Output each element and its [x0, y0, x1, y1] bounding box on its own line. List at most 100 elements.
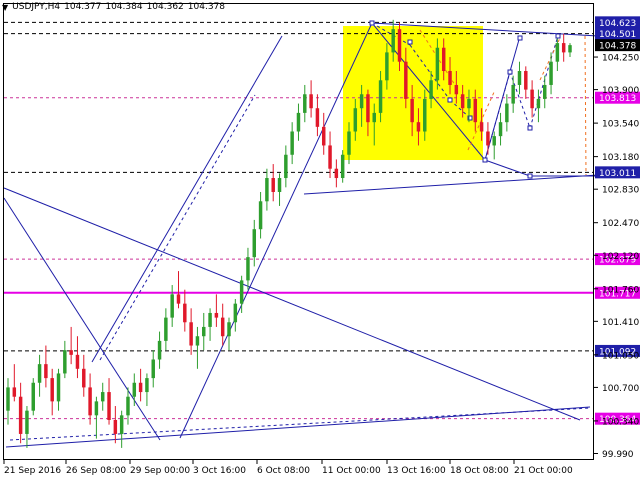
- candle-body-4: [31, 382, 35, 411]
- candle-body-35: [227, 322, 231, 337]
- price-badge-label-4: 103.011: [599, 169, 636, 179]
- x-tick-label-3: 3 Oct 16:00: [193, 466, 246, 476]
- candle-body-39: [252, 229, 257, 258]
- y-tick-label-3: 103.180: [602, 153, 639, 163]
- candle-body-66: [423, 98, 427, 132]
- candle-body-75: [479, 122, 484, 132]
- candle-body-57: [366, 94, 370, 123]
- y-tick-label-6: 102.120: [602, 252, 639, 262]
- candle-body-69: [441, 47, 446, 72]
- candle-body-30: [195, 336, 200, 346]
- candle-body-78: [498, 122, 503, 137]
- candle-body-29: [189, 322, 193, 346]
- candle-body-49: [315, 108, 320, 127]
- wave-point-2: [447, 97, 453, 103]
- candle-body-10: [69, 350, 73, 355]
- candle-body-2: [18, 396, 23, 434]
- y-tick-label-10: 100.700: [602, 384, 639, 394]
- candle-body-52: [334, 168, 339, 179]
- candle-body-21: [138, 382, 143, 393]
- x-tick-label-4: 6 Oct 08:00: [257, 466, 310, 476]
- candle-body-72: [460, 94, 465, 109]
- candle-body-65: [416, 122, 421, 132]
- candle-body-16: [107, 392, 111, 420]
- y-tick-label-7: 101.760: [602, 285, 639, 295]
- collapse-icon[interactable]: ▼: [2, 3, 8, 12]
- candle-body-6: [44, 364, 48, 379]
- candle-body-60: [385, 52, 389, 81]
- wave-point-1: [407, 39, 413, 45]
- candle-body-28: [183, 303, 187, 323]
- candle-body-44: [284, 154, 288, 179]
- chart-header: ▼ USDJPY,H4 104.377 104.384 104.362 104.…: [2, 2, 225, 12]
- candle-body-59: [378, 80, 383, 113]
- candle-body-47: [303, 94, 307, 113]
- candle-body-51: [328, 145, 332, 169]
- y-tick-label-1: 103.900: [602, 86, 639, 96]
- candle-body-68: [435, 47, 440, 81]
- candle-body-31: [202, 326, 206, 337]
- candle-body-23: [151, 359, 155, 379]
- candle-body-55: [353, 108, 358, 132]
- candle-body-82: [524, 71, 528, 90]
- candle-body-32: [208, 312, 212, 327]
- price-badge-label-0: 104.623: [599, 19, 636, 29]
- wave-point-8: [527, 173, 533, 179]
- candle-body-76: [486, 131, 490, 146]
- candle-body-85: [543, 84, 547, 99]
- chart-window: 104.623 104.501 104.378 103.813 103.011 102.0…: [0, 0, 640, 480]
- y-tick-label-11: 100.340: [602, 417, 639, 427]
- y-tick-label-8: 101.410: [602, 318, 639, 328]
- candle-body-46: [296, 112, 301, 132]
- x-tick-label-1: 26 Sep 08:00: [66, 466, 126, 476]
- candle-body-11: [75, 354, 80, 369]
- x-tick-label-2: 29 Sep 00:00: [130, 466, 190, 476]
- candle-body-73: [467, 98, 471, 109]
- x-tick-label-7: 18 Oct 08:00: [450, 466, 509, 476]
- candle-body-87: [555, 43, 560, 62]
- wave-point-4: [482, 157, 488, 163]
- high-value: 104.384: [105, 2, 143, 12]
- open-value: 104.377: [64, 2, 102, 12]
- wave-point-7: [527, 125, 533, 131]
- candle-body-56: [359, 94, 364, 109]
- wave-point-0: [369, 20, 375, 26]
- candle-body-1: [12, 387, 17, 397]
- candle-body-79: [505, 103, 509, 123]
- candle-body-7: [50, 378, 54, 402]
- candle-body-17: [113, 419, 118, 434]
- price-badge-label-1: 104.501: [599, 30, 636, 40]
- candle-body-71: [454, 84, 459, 95]
- candle-body-43: [277, 178, 282, 192]
- candle-body-22: [145, 378, 149, 393]
- candle-body-0: [6, 387, 10, 411]
- symbol-label: USDJPY,H4: [12, 2, 61, 12]
- candle-body-25: [164, 317, 168, 341]
- candle-body-67: [429, 80, 433, 99]
- candle-body-63: [404, 61, 408, 99]
- candle-body-80: [511, 84, 515, 104]
- candle-body-86: [549, 61, 553, 85]
- candle-body-26: [170, 294, 174, 318]
- candle-body-34: [220, 317, 225, 337]
- x-tick-label-5: 11 Oct 00:00: [322, 466, 381, 476]
- candle-body-27: [176, 294, 181, 304]
- candle-body-61: [391, 29, 395, 53]
- close-value: 104.378: [187, 2, 225, 12]
- price-chart[interactable]: 104.623104.501104.378103.813103.011102.0…: [0, 0, 640, 480]
- candle-body-14: [94, 401, 99, 416]
- price-badge-label-2: 104.378: [599, 42, 636, 52]
- candle-body-50: [321, 126, 326, 146]
- y-tick-label-2: 103.540: [602, 120, 639, 130]
- candle-body-70: [448, 71, 452, 85]
- low-value: 104.362: [146, 2, 184, 12]
- candle-body-58: [372, 112, 376, 123]
- candle-body-18: [119, 415, 124, 434]
- y-tick-label-12: 99.990: [602, 450, 634, 460]
- candle-body-5: [37, 364, 42, 383]
- candle-body-41: [265, 178, 269, 202]
- candle-body-88: [561, 43, 566, 53]
- candle-body-15: [100, 392, 105, 402]
- candle-body-13: [88, 387, 92, 416]
- candle-body-19: [126, 396, 130, 416]
